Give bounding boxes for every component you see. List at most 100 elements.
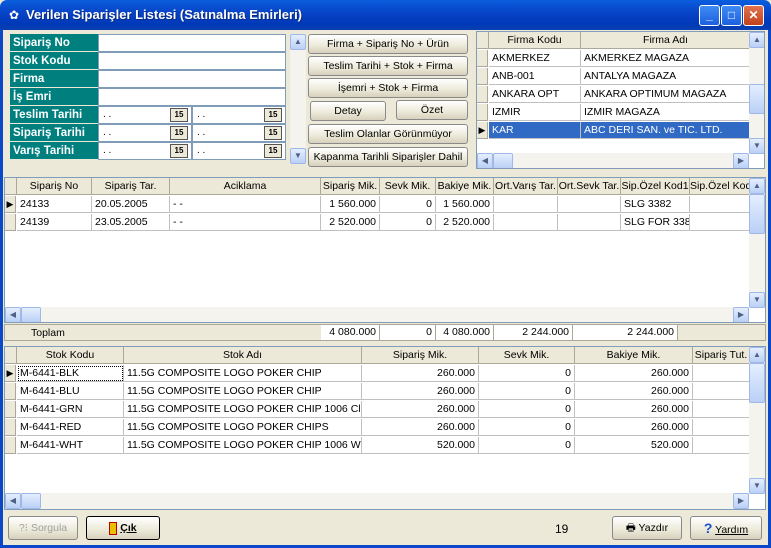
scroll-right-icon[interactable]: ▶ <box>733 307 749 322</box>
stock-name[interactable]: 11.5G COMPOSITE LOGO POKER CHIPS <box>124 419 362 436</box>
ozet-button[interactable]: Özet <box>396 100 468 120</box>
sorgula-button[interactable]: ?⁝ Sorgula <box>8 516 78 540</box>
column-header[interactable]: Stok Kodu <box>17 347 124 364</box>
order-no[interactable]: 24133 <box>17 196 92 213</box>
kapanma-tarihli-toggle[interactable]: Kapanma Tarihli Siparişler Dahil <box>308 147 468 167</box>
order-amount[interactable] <box>693 419 750 436</box>
shipped-qty[interactable]: 0 <box>479 437 575 454</box>
scroll-thumb[interactable] <box>749 363 765 403</box>
shipped-qty[interactable]: 0 <box>380 196 436 213</box>
avg-ship-date[interactable] <box>558 196 621 213</box>
column-header[interactable]: Ort.Varış Tar. <box>494 178 558 195</box>
avg-ship-date[interactable] <box>558 214 621 231</box>
balance-qty[interactable]: 260.000 <box>575 383 693 400</box>
order-qty[interactable]: 520.000 <box>362 437 479 454</box>
sort-teslim-stok-firma-button[interactable]: Teslim Tarihi + Stok + Firma <box>308 56 468 76</box>
scroll-left-icon[interactable]: ◀ <box>477 153 493 168</box>
column-header[interactable]: Sipariş Tut. <box>693 347 750 364</box>
teslim-olanlar-toggle[interactable]: Teslim Olanlar Görünmüyor <box>308 124 468 144</box>
is-emri-input[interactable] <box>98 88 286 106</box>
scroll-thumb[interactable] <box>749 194 765 234</box>
balance-qty[interactable]: 1 560.000 <box>436 196 494 213</box>
scroll-up-icon[interactable]: ▲ <box>749 178 765 194</box>
scroll-right-icon[interactable]: ▶ <box>733 153 749 168</box>
stok-kodu-input[interactable] <box>98 52 286 70</box>
stock-code[interactable]: M-6441-RED <box>17 419 124 436</box>
order-vscroll[interactable]: ▲ ▼ <box>749 178 765 308</box>
special-code-2[interactable] <box>690 196 750 213</box>
maximize-button[interactable]: □ <box>721 5 742 26</box>
firm-name[interactable]: AKMERKEZ MAGAZA <box>581 50 751 67</box>
column-header[interactable]: Sipariş No <box>17 178 92 195</box>
calendar-icon[interactable]: 15 <box>170 126 188 140</box>
shipped-qty[interactable]: 0 <box>479 401 575 418</box>
order-no[interactable]: 24139 <box>17 214 92 231</box>
stock-code[interactable]: M-6441-WHT <box>17 437 124 454</box>
avg-arrival-date[interactable] <box>494 214 558 231</box>
stock-code[interactable]: M-6441-BLK <box>17 365 124 382</box>
scroll-down-icon[interactable]: ▼ <box>749 138 764 154</box>
column-header[interactable]: Sip.Özel Kod1 <box>621 178 690 195</box>
order-amount[interactable] <box>693 437 750 454</box>
scroll-up-icon[interactable]: ▲ <box>749 347 765 363</box>
calendar-icon[interactable]: 15 <box>264 126 282 140</box>
firm-code[interactable]: IZMIR <box>489 104 581 121</box>
calendar-icon[interactable]: 15 <box>170 108 188 122</box>
column-header[interactable]: Sevk Mik. <box>479 347 575 364</box>
stock-vscroll[interactable]: ▲ ▼ <box>749 347 765 494</box>
scroll-thumb[interactable] <box>21 307 41 322</box>
yazdir-button[interactable]: 🖶 Yazdır <box>612 516 682 540</box>
order-qty[interactable]: 2 520.000 <box>321 214 380 231</box>
minimize-button[interactable]: _ <box>699 5 720 26</box>
scroll-up-icon[interactable]: ▲ <box>290 34 306 50</box>
firm-code[interactable]: AKMERKEZ <box>489 50 581 67</box>
detay-button[interactable]: Detay <box>310 101 386 121</box>
stock-name[interactable]: 11.5G COMPOSITE LOGO POKER CHIP 1006 W <box>124 437 362 454</box>
column-header[interactable]: Stok Adı <box>124 347 362 364</box>
stock-hscroll[interactable]: ◀ ▶ <box>5 493 749 509</box>
scroll-thumb[interactable] <box>749 84 764 114</box>
firm-hscroll[interactable]: ◀ ▶ <box>477 153 749 168</box>
order-qty[interactable]: 260.000 <box>362 419 479 436</box>
firm-name[interactable]: ANKARA OPTIMUM MAGAZA <box>581 86 751 103</box>
firm-code[interactable]: ANKARA OPT <box>489 86 581 103</box>
firm-name[interactable]: ANTALYA MAGAZA <box>581 68 751 85</box>
order-date[interactable]: 23.05.2005 <box>92 214 170 231</box>
sort-firma-siparis-urun-button[interactable]: Firma + Sipariş No + Ürün <box>308 34 468 54</box>
close-button[interactable]: ✕ <box>743 5 764 26</box>
scroll-right-icon[interactable]: ▶ <box>733 493 749 509</box>
scroll-down-icon[interactable]: ▼ <box>749 478 765 494</box>
stock-code[interactable]: M-6441-BLU <box>17 383 124 400</box>
firm-name[interactable]: IZMIR MAGAZA <box>581 104 751 121</box>
calendar-icon[interactable]: 15 <box>170 144 188 158</box>
order-hscroll[interactable]: ◀ ▶ <box>5 307 749 322</box>
column-header[interactable]: Ort.Sevk Tar. <box>558 178 621 195</box>
calendar-icon[interactable]: 15 <box>264 108 282 122</box>
balance-qty[interactable]: 520.000 <box>575 437 693 454</box>
firm-name[interactable]: ABC DERI SAN. ve TIC. LTD. <box>581 122 751 139</box>
sort-isemri-stok-firma-button[interactable]: İşemri + Stok + Firma <box>308 78 468 98</box>
column-header[interactable]: Sipariş Tar. <box>92 178 170 195</box>
balance-qty[interactable]: 260.000 <box>575 419 693 436</box>
order-qty[interactable]: 260.000 <box>362 383 479 400</box>
avg-arrival-date[interactable] <box>494 196 558 213</box>
yardim-button[interactable]: ? Yardım <box>690 516 762 540</box>
scroll-thumb[interactable] <box>493 153 513 168</box>
button-scrollbar[interactable]: ▲ ▼ <box>290 34 306 164</box>
scroll-thumb[interactable] <box>21 493 41 509</box>
scroll-down-icon[interactable]: ▼ <box>290 148 306 164</box>
shipped-qty[interactable]: 0 <box>479 383 575 400</box>
scroll-down-icon[interactable]: ▼ <box>749 292 765 308</box>
order-qty[interactable]: 260.000 <box>362 401 479 418</box>
column-header[interactable]: Firma Adı <box>581 32 751 49</box>
column-header[interactable]: Sipariş Mik. <box>362 347 479 364</box>
order-description[interactable]: - - <box>170 196 321 213</box>
calendar-icon[interactable]: 15 <box>264 144 282 158</box>
order-amount[interactable] <box>693 383 750 400</box>
special-code-1[interactable]: SLG 3382 <box>621 196 690 213</box>
firm-code[interactable]: KAR <box>489 122 581 139</box>
order-date[interactable]: 20.05.2005 <box>92 196 170 213</box>
shipped-qty[interactable]: 0 <box>380 214 436 231</box>
balance-qty[interactable]: 260.000 <box>575 401 693 418</box>
siparis-no-input[interactable] <box>98 34 286 52</box>
